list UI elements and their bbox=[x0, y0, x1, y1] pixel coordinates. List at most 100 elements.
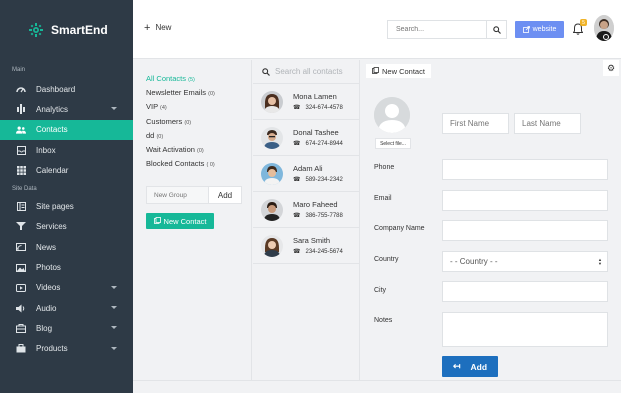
add-group-button[interactable]: Add bbox=[209, 187, 241, 203]
sidebar-item-label: Audio bbox=[36, 303, 57, 313]
sidebar-item-label: Products bbox=[36, 344, 68, 354]
contact-phone-number: 674-274-8944 bbox=[305, 140, 343, 147]
sidebar-item-label: Dashboard bbox=[36, 84, 76, 94]
notes-label: Notes bbox=[374, 317, 393, 324]
sidebar-item-analytics[interactable]: Analytics bbox=[0, 99, 133, 119]
chevron-down-icon bbox=[111, 305, 117, 309]
group-name: dd bbox=[146, 130, 155, 140]
group-count: (0) bbox=[184, 119, 192, 126]
services-icon bbox=[16, 222, 26, 232]
new-contact-button[interactable]: New Contact bbox=[146, 213, 214, 229]
group-item-wait-activation[interactable]: Wait Activation (0) bbox=[146, 143, 251, 157]
group-name: All Contacts bbox=[146, 74, 187, 83]
group-item-newsletter[interactable]: Newsletter Emails (0) bbox=[146, 86, 251, 100]
sidebar-item-site-pages[interactable]: Site pages bbox=[0, 196, 133, 216]
group-item-dd[interactable]: dd (0) bbox=[146, 129, 251, 143]
sidebar-item-label: Analytics bbox=[36, 104, 69, 114]
sidebar-item-label: Services bbox=[36, 222, 67, 232]
select-file-button[interactable]: Select file... bbox=[375, 138, 411, 149]
groups-panel: All Contacts (5) Newsletter Emails (0) V… bbox=[133, 60, 252, 380]
tab-new-contact[interactable]: New Contact bbox=[366, 64, 431, 78]
contact-item[interactable]: Donal Tashee ☎ 674-274-8944 bbox=[253, 120, 359, 156]
group-count: (0) bbox=[208, 91, 215, 98]
website-button[interactable]: website bbox=[515, 21, 564, 38]
city-field[interactable] bbox=[442, 281, 608, 302]
contacts-search[interactable]: Search all contacts bbox=[253, 60, 359, 84]
sidebar-item-videos[interactable]: Videos bbox=[0, 278, 133, 298]
phone-field[interactable] bbox=[442, 159, 608, 180]
email-field[interactable] bbox=[442, 190, 608, 211]
first-name-field[interactable] bbox=[442, 113, 509, 134]
contact-name: Donal Tashee bbox=[293, 128, 339, 137]
add-contact-button[interactable]: ↤ Add bbox=[442, 356, 498, 377]
group-item-vip[interactable]: VIP (4) bbox=[146, 100, 251, 114]
search-button[interactable] bbox=[486, 21, 506, 38]
group-name: Newsletter Emails bbox=[146, 88, 207, 98]
status-dot bbox=[603, 34, 609, 40]
country-select[interactable]: - - Country - - ▲ ▼ bbox=[442, 251, 608, 272]
sidebar-item-inbox[interactable]: Inbox bbox=[0, 140, 133, 160]
contact-phone-number: 386-755-7788 bbox=[305, 212, 343, 219]
contacts-icon bbox=[16, 125, 26, 135]
sidebar-item-dashboard[interactable]: Dashboard bbox=[0, 79, 133, 99]
search-icon bbox=[492, 25, 501, 34]
brand[interactable]: SmartEnd bbox=[0, 0, 133, 59]
group-name: VIP bbox=[146, 102, 158, 112]
products-icon bbox=[16, 344, 26, 354]
contact-item[interactable]: Maro Faheed ☎ 386-755-7788 bbox=[253, 192, 359, 228]
last-name-field[interactable] bbox=[514, 113, 581, 134]
search-box bbox=[387, 20, 507, 39]
new-group-input[interactable] bbox=[147, 187, 209, 203]
group-item-customers[interactable]: Customers (0) bbox=[146, 115, 251, 129]
search-icon bbox=[262, 67, 270, 76]
copy-icon bbox=[153, 216, 161, 226]
sidebar-item-contacts[interactable]: Contacts bbox=[0, 119, 133, 140]
sidebar-item-label: Site pages bbox=[36, 202, 74, 212]
group-count: (4) bbox=[160, 105, 167, 112]
sidebar-item-audio[interactable]: Audio bbox=[0, 298, 133, 318]
sidebar-item-blog[interactable]: Blog bbox=[0, 318, 133, 338]
sidebar-item-photos[interactable]: Photos bbox=[0, 257, 133, 277]
add-button-label: Add bbox=[470, 361, 488, 372]
sidebar-item-label: Inbox bbox=[36, 145, 56, 155]
contact-item[interactable]: Sara Smith ☎ 234-245-5674 bbox=[253, 228, 359, 264]
sidebar-item-news[interactable]: News bbox=[0, 237, 133, 257]
sidebar-item-label: News bbox=[36, 242, 57, 252]
external-link-icon bbox=[522, 26, 530, 33]
sidebar-item-label: Photos bbox=[36, 263, 61, 273]
contact-phone: ☎ 674-274-8944 bbox=[293, 140, 343, 148]
top-bar: + New website 5 bbox=[133, 0, 621, 59]
group-item-all-contacts[interactable]: All Contacts (5) bbox=[146, 72, 251, 86]
search-input[interactable] bbox=[388, 21, 486, 38]
group-item-blocked[interactable]: Blocked Contacts ( 0) bbox=[146, 157, 251, 171]
website-button-label: website bbox=[532, 26, 557, 33]
notes-textarea[interactable] bbox=[442, 312, 608, 347]
sidebar-item-services[interactable]: Services bbox=[0, 217, 133, 237]
contact-item[interactable]: Mona Lamen ☎ 324-674-4578 bbox=[253, 84, 359, 120]
arrow-left-icon: ↤ bbox=[452, 361, 461, 371]
phone-icon: ☎ bbox=[293, 177, 301, 183]
contact-item[interactable]: Adam Ali ☎ 589-234-2342 bbox=[253, 156, 359, 192]
contact-phone: ☎ 234-245-5674 bbox=[293, 248, 343, 256]
company-field[interactable] bbox=[442, 220, 608, 241]
sidebar: SmartEnd Main Dashboard Analytics Contac… bbox=[0, 0, 133, 393]
chevron-down-icon bbox=[111, 346, 117, 350]
new-contact-button-label: New Contact bbox=[163, 216, 207, 226]
phone-icon: ☎ bbox=[293, 105, 301, 111]
news-icon bbox=[16, 242, 26, 252]
contact-form: New Contact ⚙ Select file... Phone Email… bbox=[361, 60, 621, 380]
copy-icon bbox=[372, 66, 379, 76]
group-count: (5) bbox=[188, 77, 195, 83]
group-count: (0) bbox=[156, 133, 164, 140]
section-label-main: Main bbox=[12, 67, 26, 73]
avatar bbox=[261, 126, 283, 149]
inbox-icon bbox=[16, 145, 26, 155]
avatar bbox=[261, 90, 283, 113]
gear-icon[interactable]: ⚙ bbox=[603, 60, 619, 76]
city-label: City bbox=[374, 287, 387, 294]
new-button[interactable]: + New bbox=[144, 22, 171, 33]
sidebar-item-products[interactable]: Products bbox=[0, 339, 133, 359]
sidebar-item-calendar[interactable]: Calendar bbox=[0, 160, 133, 180]
chevron-down-icon bbox=[111, 326, 117, 330]
footer-strip bbox=[133, 380, 621, 393]
